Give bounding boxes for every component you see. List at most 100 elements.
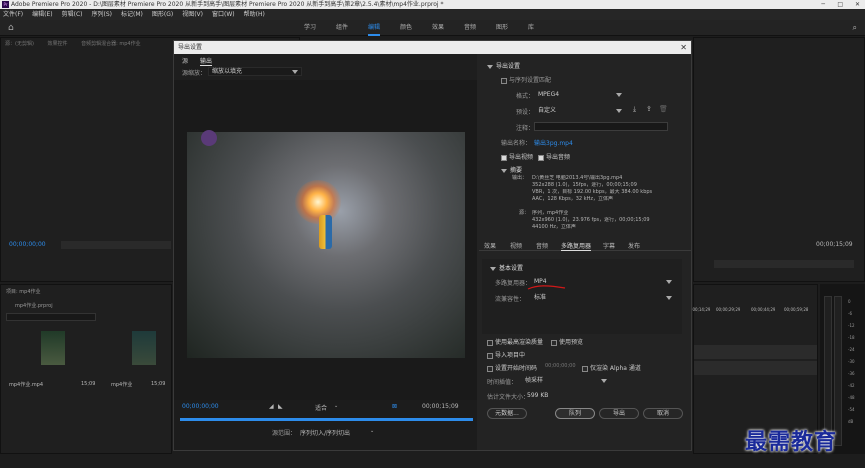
- workspace-audio[interactable]: 音频: [464, 20, 476, 36]
- export-settings-section[interactable]: 导出设置: [487, 61, 520, 70]
- source-timecode[interactable]: 00;00;00;00: [9, 241, 46, 248]
- range-chevron-icon[interactable]: ⌄: [370, 428, 374, 434]
- output-name-label: 输出名称：: [501, 140, 532, 147]
- workspace-graphics[interactable]: 图形: [496, 20, 508, 36]
- crop-icon[interactable]: ⊠: [392, 403, 397, 410]
- export-settings-dialog: 导出设置 ✕ 源 输出 源缩放： 缩放以填充 00;00;00;00 ◢ ◣ 适…: [173, 40, 692, 451]
- summary-section[interactable]: 摘要: [501, 165, 522, 174]
- export-button[interactable]: 导出: [599, 408, 639, 419]
- preview-in-timecode[interactable]: 00;00;00;00: [182, 403, 219, 410]
- export-audio-checkbox[interactable]: 导出音频: [538, 152, 570, 161]
- minimize-icon[interactable]: ─: [821, 0, 825, 9]
- output-name-link[interactable]: 输出3pg.mp4: [534, 138, 573, 147]
- comments-input[interactable]: [534, 122, 668, 131]
- tab-audio-mixer[interactable]: 音频剪辑混合器: mp4作业: [81, 41, 141, 47]
- dialog-close-icon[interactable]: ✕: [680, 41, 687, 54]
- maximize-icon[interactable]: □: [837, 0, 843, 9]
- alpha-only-checkbox[interactable]: 仅渲染 Alpha 通道: [582, 363, 641, 372]
- program-timecode[interactable]: 00;00;15;09: [816, 241, 853, 248]
- workspace-color[interactable]: 颜色: [400, 20, 412, 36]
- set-in-icon[interactable]: ◢: [269, 403, 274, 410]
- fit-chevron-icon[interactable]: ⌄: [334, 403, 338, 409]
- chevron-down-icon: [292, 70, 298, 74]
- chevron-down-icon: [490, 266, 496, 271]
- queue-button[interactable]: 队列: [555, 408, 595, 419]
- window-title-bar: Pr Adobe Premiere Pro 2020 - D:\图层素材 Prem…: [0, 0, 865, 9]
- cancel-button[interactable]: 取消: [643, 408, 683, 419]
- project-title[interactable]: 项目: mp4作业: [6, 288, 41, 295]
- save-preset-icon[interactable]: ⤓: [633, 105, 636, 114]
- tab-multiplexer[interactable]: 多路复用器: [561, 241, 592, 251]
- basic-settings-section[interactable]: 基本设置: [490, 263, 523, 272]
- menu-graphics[interactable]: 图形(G): [152, 11, 173, 18]
- match-sequence-checkbox[interactable]: 与序列设置匹配: [501, 75, 551, 84]
- menu-sequence[interactable]: 序列(S): [92, 11, 113, 18]
- workspace-libraries[interactable]: 库: [528, 20, 534, 36]
- set-out-icon[interactable]: ◣: [278, 403, 283, 410]
- compat-value: 标准: [534, 294, 547, 301]
- source-scaling-select[interactable]: 缩放以填充: [208, 67, 302, 76]
- import-preset-icon[interactable]: ⇪: [646, 105, 652, 113]
- project-item-thumb[interactable]: [41, 331, 65, 365]
- max-render-checkbox[interactable]: 使用最高渲染质量: [487, 337, 543, 346]
- tab-video[interactable]: 视频: [510, 241, 522, 250]
- project-search[interactable]: [6, 313, 96, 321]
- project-file: mp4作业.prproj: [15, 303, 53, 309]
- tab-captions[interactable]: 字幕: [603, 241, 615, 250]
- source-scaling-label: 源缩放：: [182, 70, 207, 77]
- summary-output-label: 输出：: [512, 175, 528, 181]
- tab-effects[interactable]: 效果: [484, 241, 496, 250]
- preset-label: 预设：: [516, 109, 535, 116]
- preset-select[interactable]: 自定义: [534, 106, 626, 115]
- range-select[interactable]: 序列切入/序列切出: [300, 428, 350, 437]
- timeline-track[interactable]: [694, 345, 817, 359]
- tab-output-preview[interactable]: 输出: [200, 56, 213, 66]
- tab-source-preview[interactable]: 源: [182, 56, 188, 65]
- project-item-name[interactable]: mp4作业.mp4: [9, 381, 43, 388]
- preview-scrub-bar[interactable]: [180, 418, 473, 421]
- set-timecode-checkbox[interactable]: 设置开始时间码: [487, 363, 537, 372]
- timeline-track[interactable]: [694, 361, 817, 375]
- checkbox-icon: [487, 365, 493, 372]
- use-preview-checkbox[interactable]: 使用预览: [551, 337, 583, 346]
- workspace-editing[interactable]: 编辑: [368, 20, 381, 36]
- tab-source[interactable]: 源：(无剪辑): [5, 41, 34, 47]
- workspace-effects[interactable]: 效果: [432, 20, 444, 36]
- project-item-name[interactable]: mp4作业: [111, 381, 132, 388]
- section-title: 导出设置: [496, 63, 521, 70]
- tab-audio[interactable]: 音频: [536, 241, 548, 250]
- menu-edit[interactable]: 编辑(E): [32, 11, 52, 18]
- video-frame: [187, 130, 465, 358]
- summary-source-label: 源：: [519, 210, 530, 216]
- checkbox-icon: [487, 339, 493, 346]
- import-project-checkbox[interactable]: 导入项目中: [487, 350, 525, 359]
- workspace-learn[interactable]: 学习: [304, 20, 316, 36]
- menu-clip[interactable]: 剪辑(C): [62, 11, 83, 18]
- project-item-thumb[interactable]: [132, 331, 156, 365]
- fit-select[interactable]: 适合: [315, 403, 327, 412]
- close-icon[interactable]: ✕: [855, 0, 860, 9]
- menu-window[interactable]: 窗口(W): [212, 11, 235, 18]
- match-sequence-label: 与序列设置匹配: [509, 77, 552, 84]
- compat-select[interactable]: 标准: [530, 293, 676, 302]
- preview-out-timecode[interactable]: 00;00;15;09: [422, 403, 459, 410]
- format-select[interactable]: MPEG4: [534, 90, 626, 99]
- timeline-ruler-3: 00;00;59;28: [784, 307, 809, 312]
- summary-line: 序列，mp4作业: [532, 210, 569, 216]
- menu-view[interactable]: 视图(V): [182, 11, 203, 18]
- menu-markers[interactable]: 标记(M): [121, 11, 143, 18]
- interpolation-select[interactable]: 帧采样: [521, 376, 611, 385]
- export-video-checkbox[interactable]: 导出视频: [501, 152, 533, 161]
- search-icon[interactable]: ⌕: [853, 23, 857, 33]
- timecode-field[interactable]: 00;00;00;00: [545, 363, 576, 369]
- timeline-ruler-1: 00;00;29;29: [716, 307, 741, 312]
- menu-file[interactable]: 文件(F): [3, 11, 23, 18]
- menu-help[interactable]: 帮助(H): [244, 11, 265, 18]
- tab-publish[interactable]: 发布: [628, 241, 640, 250]
- metadata-button[interactable]: 元数据...: [487, 408, 527, 419]
- tab-effect-controls[interactable]: 效果控件: [48, 41, 68, 47]
- workspace-assembly[interactable]: 组件: [336, 20, 348, 36]
- delete-preset-icon[interactable]: 🗑: [659, 105, 668, 113]
- export-audio-label: 导出音频: [546, 154, 571, 161]
- home-icon[interactable]: ⌂: [8, 23, 14, 33]
